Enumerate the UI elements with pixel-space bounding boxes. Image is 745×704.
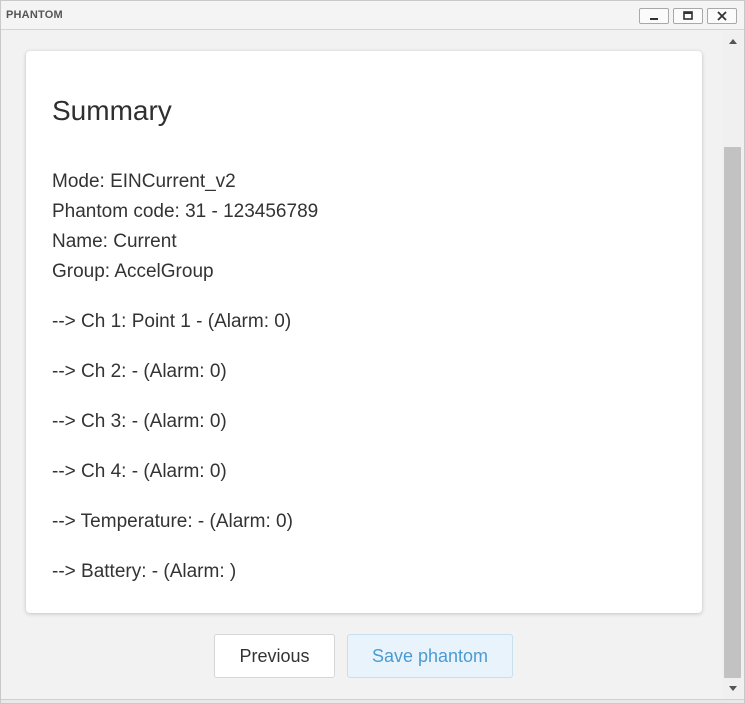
window-bottom-edge bbox=[1, 699, 744, 703]
phantom-code-line: Phantom code: 31 - 123456789 bbox=[52, 201, 319, 222]
summary-card: Summary Mode: EINCurrent_v2 Phantom code… bbox=[26, 51, 702, 613]
channel-4-line: --> Ch 4: - (Alarm: 0) bbox=[52, 461, 227, 482]
arrow-up-icon[interactable] bbox=[722, 31, 744, 51]
phantom-window: PHANTOM Summary Mode: EINCurrent_v2 Phan… bbox=[0, 0, 745, 704]
close-icon bbox=[717, 11, 727, 21]
battery-line: --> Battery: - (Alarm: ) bbox=[52, 561, 237, 582]
arrow-down-icon[interactable] bbox=[722, 679, 744, 699]
mode-line: Mode: EINCurrent_v2 bbox=[52, 171, 236, 192]
channel-3-line: --> Ch 3: - (Alarm: 0) bbox=[52, 411, 227, 432]
name-line: Name: Current bbox=[52, 231, 177, 252]
maximize-button[interactable] bbox=[673, 8, 703, 24]
group-line: Group: AccelGroup bbox=[52, 261, 214, 282]
save-phantom-button[interactable]: Save phantom bbox=[347, 634, 513, 678]
title-bar: PHANTOM bbox=[1, 1, 744, 30]
dialog-content: Summary Mode: EINCurrent_v2 Phantom code… bbox=[2, 31, 722, 699]
vertical-scrollbar[interactable] bbox=[722, 31, 744, 699]
channel-1-line: --> Ch 1: Point 1 - (Alarm: 0) bbox=[52, 311, 292, 332]
minimize-icon bbox=[650, 18, 658, 20]
maximize-icon bbox=[683, 11, 693, 20]
temperature-line: --> Temperature: - (Alarm: 0) bbox=[52, 511, 293, 532]
summary-heading: Summary bbox=[52, 95, 172, 126]
minimize-button[interactable] bbox=[639, 8, 669, 24]
close-button[interactable] bbox=[707, 8, 737, 24]
window-title: PHANTOM bbox=[6, 9, 63, 21]
channel-2-line: --> Ch 2: - (Alarm: 0) bbox=[52, 361, 227, 382]
scrollbar-thumb[interactable] bbox=[724, 147, 741, 678]
previous-button[interactable]: Previous bbox=[214, 634, 335, 678]
